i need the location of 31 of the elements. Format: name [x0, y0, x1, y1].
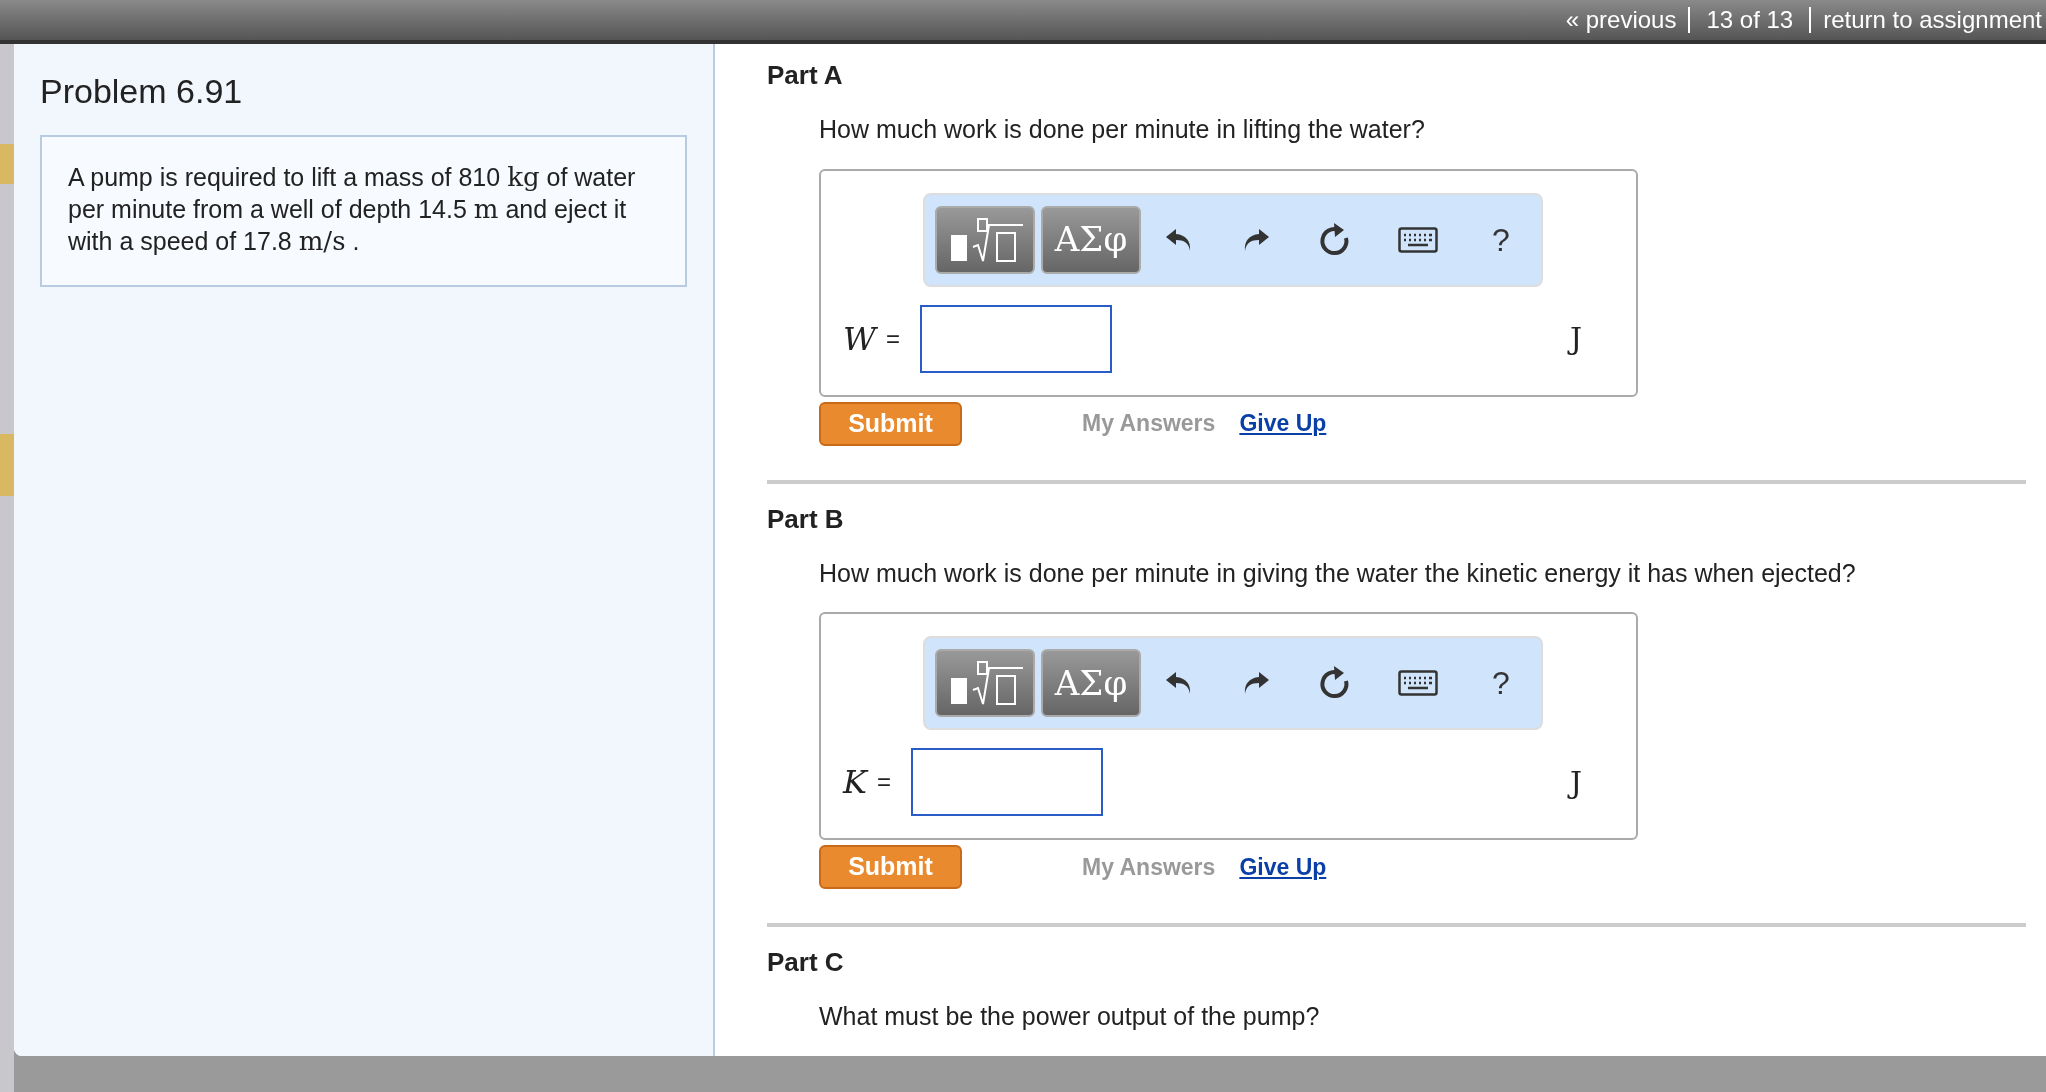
- variable-label: K: [843, 762, 867, 803]
- keyboard-icon[interactable]: [1397, 670, 1438, 696]
- position-text: 13 of 13: [1690, 7, 1812, 33]
- equals-sign: =: [876, 767, 891, 797]
- equals-sign: =: [885, 323, 900, 354]
- answer-field[interactable]: [910, 748, 1103, 816]
- help-button[interactable]: ?: [1483, 215, 1518, 264]
- my-answers-text: My Answers: [1082, 852, 1216, 882]
- part-title: Part C: [767, 946, 845, 979]
- templates-button[interactable]: [935, 649, 1035, 717]
- answer-field[interactable]: [919, 304, 1112, 373]
- unit-label: J: [1569, 763, 1582, 802]
- part-title: Part B: [767, 502, 845, 536]
- symbols-button[interactable]: ΑΣφ: [1041, 205, 1141, 274]
- help-button[interactable]: ?: [1483, 659, 1518, 707]
- question-text: What must be the power output of the pump?: [819, 1001, 1321, 1032]
- templates-button[interactable]: [935, 205, 1035, 274]
- give-up-link[interactable]: Give Up: [1239, 849, 1327, 885]
- give-up-link[interactable]: Give Up: [1239, 406, 1327, 441]
- previous-link[interactable]: « previous: [1553, 7, 1691, 33]
- symbols-button[interactable]: ΑΣφ: [1041, 649, 1141, 717]
- problem-statement: A pump is required to lift a mass of 810 kg of water per minute from a well of depth 14.5 m and eject it with a speed of 17.8 m/s .: [68, 161, 637, 257]
- part-title: Part A: [767, 59, 844, 92]
- question-text: How much work is done per minute in lifting the water?: [819, 114, 1426, 145]
- variable-label: W: [843, 318, 876, 360]
- unit-label: J: [1569, 320, 1582, 358]
- problem-title: Problem 6.91: [40, 71, 244, 112]
- question-text: How much work is done per minute in giving the water the kinetic energy it has when ejected?: [819, 557, 1857, 589]
- keyboard-icon[interactable]: [1397, 226, 1438, 253]
- return-link[interactable]: return to assignment: [1811, 7, 2042, 33]
- my-answers-text: My Answers: [1082, 409, 1216, 439]
